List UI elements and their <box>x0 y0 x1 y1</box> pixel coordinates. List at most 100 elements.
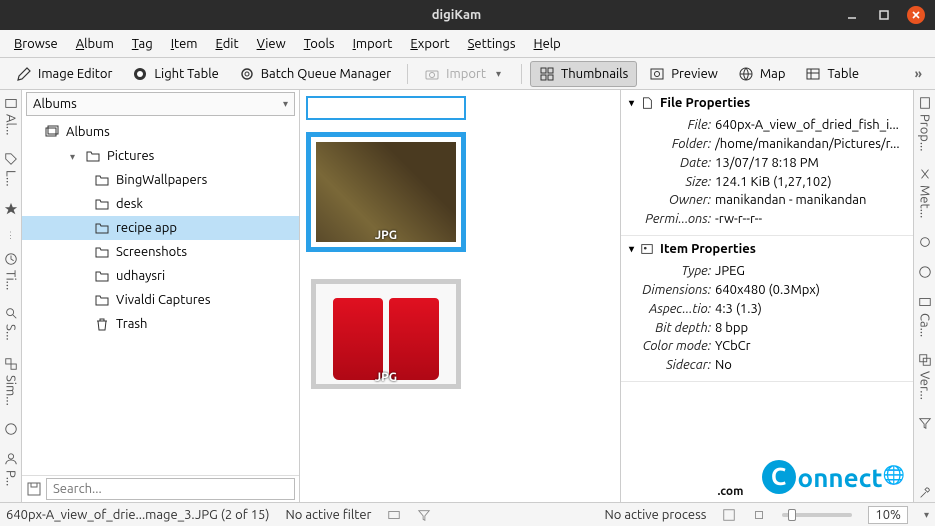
rail-tab-search[interactable]: S... <box>2 304 20 343</box>
image-icon <box>640 242 654 256</box>
rail-tab-versions[interactable]: Ver... <box>916 351 934 402</box>
rail-tab-metadata[interactable]: Met... <box>916 165 934 220</box>
zoom-slider[interactable] <box>782 513 852 517</box>
rail-tab-geo[interactable] <box>916 263 934 281</box>
table-label: Table <box>827 67 859 81</box>
light-table-icon <box>132 66 148 82</box>
menu-album[interactable]: Album <box>68 33 122 55</box>
image-editor-label: Image Editor <box>38 67 112 81</box>
menu-tools[interactable]: Tools <box>296 33 343 55</box>
rail-tab-captions[interactable]: Ca... <box>916 293 934 339</box>
preview-icon <box>649 66 665 82</box>
property-label: Bit depth: <box>629 319 715 338</box>
file-properties-header[interactable]: ▾ File Properties <box>629 96 905 110</box>
item-properties-header[interactable]: ▾ Item Properties <box>629 242 905 256</box>
menu-import[interactable]: Import <box>345 33 401 55</box>
rail-tab-colors[interactable] <box>916 233 934 251</box>
property-row: Dimensions:640x480 (0.3Mpx) <box>629 281 905 300</box>
rail-tab-people[interactable]: P... <box>2 450 20 488</box>
color-label-icon[interactable] <box>387 508 401 522</box>
map-button[interactable]: Map <box>730 62 794 86</box>
thumbnail-view[interactable]: JPG JPG <box>300 90 621 502</box>
thumb-card-selected[interactable]: JPG <box>306 132 466 252</box>
tree-folder-item[interactable]: desk <box>22 192 299 216</box>
batch-queue-button[interactable]: Batch Queue Manager <box>231 62 399 86</box>
zoom-value[interactable]: 10% <box>868 506 908 524</box>
rail-tab-labels[interactable]: L... <box>2 150 20 189</box>
tree-trash[interactable]: Trash <box>22 312 299 336</box>
tree-folder-item[interactable]: Vivaldi Captures <box>22 288 299 312</box>
light-table-button[interactable]: Light Table <box>124 62 226 86</box>
image-editor-button[interactable]: Image Editor <box>8 62 120 86</box>
rail-tab-filters[interactable] <box>916 414 934 432</box>
tree-root-albums[interactable]: Albums <box>22 120 299 144</box>
sidebar: Albums ▾ Albums Pictures BingWallpapersd… <box>22 90 300 502</box>
thumb-card[interactable]: JPG <box>306 270 466 394</box>
menu-help[interactable]: Help <box>526 33 569 55</box>
rail-tab-map[interactable] <box>2 420 20 438</box>
thumb-card-prev[interactable] <box>306 96 466 120</box>
window-controls <box>843 6 925 24</box>
maximize-button[interactable] <box>875 6 893 24</box>
folder-icon <box>94 220 110 236</box>
tree-label: Screenshots <box>116 245 187 259</box>
close-button[interactable] <box>907 6 925 24</box>
tree-label: Vivaldi Captures <box>116 293 211 307</box>
thumb-image: JPG <box>311 279 461 389</box>
image-stack-icon <box>44 124 60 140</box>
toolbar-overflow[interactable]: » <box>911 67 927 81</box>
import-label: Import <box>446 67 486 81</box>
search-input[interactable] <box>46 478 295 500</box>
menu-tag[interactable]: Tag <box>124 33 161 55</box>
rail-tab-star[interactable] <box>2 200 20 218</box>
zoom-handle[interactable] <box>788 509 796 521</box>
chevron-down-icon: ▾ <box>283 98 288 110</box>
table-button[interactable]: Table <box>797 62 867 86</box>
tree-folder-item[interactable]: udhaysri <box>22 264 299 288</box>
rail-tab-properties[interactable]: Prop... <box>916 94 934 153</box>
property-label: Dimensions: <box>629 281 715 300</box>
import-button[interactable]: Import ▾ <box>416 62 513 86</box>
tree-folder-item[interactable]: recipe app <box>22 216 299 240</box>
menu-view[interactable]: View <box>249 33 294 55</box>
menu-export[interactable]: Export <box>402 33 457 55</box>
tree-folder-item[interactable]: Screenshots <box>22 240 299 264</box>
pencil-icon <box>16 66 32 82</box>
minimize-button[interactable] <box>843 6 861 24</box>
chevron-down-icon[interactable]: ▾ <box>924 509 929 521</box>
property-row: Owner:manikandan - manikandan <box>629 191 905 210</box>
menu-settings[interactable]: Settings <box>460 33 524 55</box>
property-value: 13/07/17 8:18 PM <box>715 154 905 173</box>
thumbnails-button[interactable]: Thumbnails <box>530 61 637 87</box>
trash-icon <box>94 316 110 332</box>
preview-button[interactable]: Preview <box>641 62 726 86</box>
file-properties-section: ▾ File Properties File:640px-A_view_of_d… <box>621 90 913 236</box>
property-value: No <box>715 356 905 375</box>
tree-label: Pictures <box>107 149 154 163</box>
thumb-format-badge: JPG <box>316 229 456 242</box>
fit-window-icon[interactable] <box>722 508 736 522</box>
expand-icon[interactable] <box>70 149 79 163</box>
funnel-icon[interactable] <box>417 508 431 522</box>
rail-tab-similar[interactable]: Sim... <box>2 355 20 408</box>
map-label: Map <box>760 67 786 81</box>
property-value: 8 bpp <box>715 319 905 338</box>
tree-folder-item[interactable]: BingWallpapers <box>22 168 299 192</box>
light-table-label: Light Table <box>154 67 218 81</box>
collapse-icon: ▾ <box>629 97 634 109</box>
menu-browse[interactable]: Browse <box>6 33 66 55</box>
rail-tab-albums[interactable]: Al... <box>2 94 20 138</box>
menu-edit[interactable]: Edit <box>208 33 247 55</box>
tree-pictures[interactable]: Pictures <box>22 144 299 168</box>
rail-tab-timeline[interactable]: Ti... <box>2 250 20 292</box>
left-rail: Al... L... ⋮ Ti... S... Sim... P... <box>0 90 22 502</box>
section-title: Item Properties <box>660 242 756 256</box>
item-properties-section: ▾ Item Properties Type:JPEGDimensions:64… <box>621 236 913 382</box>
menu-item[interactable]: Item <box>163 33 206 55</box>
save-icon[interactable] <box>26 481 42 497</box>
albums-combo[interactable]: Albums ▾ <box>26 92 295 116</box>
folder-icon <box>94 196 110 212</box>
zoom-100-icon[interactable] <box>752 508 766 522</box>
album-tree[interactable]: Albums Pictures BingWallpapersdeskrecipe… <box>22 118 299 475</box>
rail-tab-tools[interactable] <box>916 484 934 502</box>
